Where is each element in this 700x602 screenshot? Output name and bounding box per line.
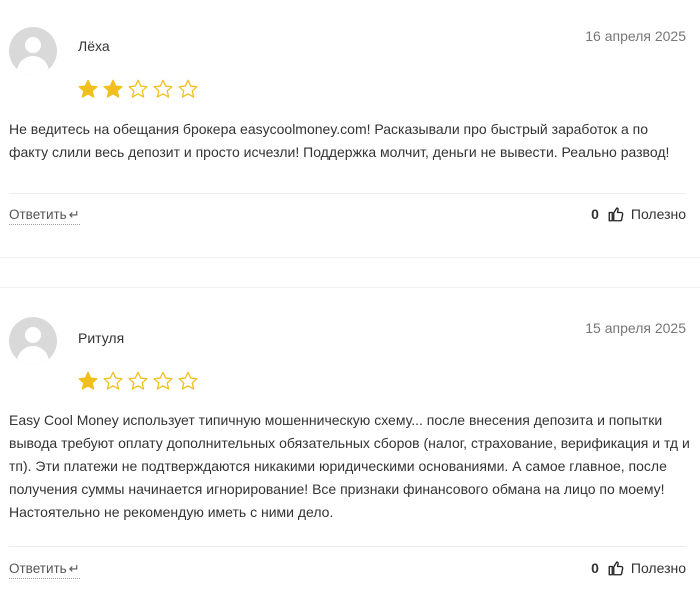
helpful-control: 0 Полезно [591,559,686,577]
review-author: Ритуля [78,330,125,346]
star-empty-icon [178,371,198,390]
review-text: Easy Cool Money использует типичную моше… [9,412,690,520]
rating-stars [77,370,199,394]
helpful-control: 0 Полезно [591,205,686,223]
star-empty-icon [178,79,198,98]
star-empty-icon [153,371,173,390]
star-filled-icon [78,79,98,98]
rating-stars [77,78,199,102]
reply-button[interactable]: Ответить ↵ [9,207,80,225]
reply-label: Ответить [9,207,67,222]
like-count: 0 [591,560,599,576]
reply-button[interactable]: Ответить ↵ [9,561,80,579]
reply-label: Ответить [9,561,67,576]
section-separator [0,287,700,288]
review-card: Лёха 16 апреля 2025 Не ведитесь на обеща… [0,0,700,240]
review-text: Не ведитесь на обещания брокера easycool… [9,121,670,160]
like-count: 0 [591,206,599,222]
star-empty-icon [128,371,148,390]
star-empty-icon [153,79,173,98]
avatar [9,27,57,75]
thumbs-up-icon[interactable] [607,205,625,223]
reply-arrow-icon: ↵ [68,561,80,576]
review-date: 15 апреля 2025 [585,320,686,336]
helpful-label[interactable]: Полезно [631,206,686,222]
helpful-label[interactable]: Полезно [631,560,686,576]
avatar [9,317,57,365]
reply-arrow-icon: ↵ [68,207,80,222]
section-separator [0,257,700,258]
star-filled-icon [103,79,123,98]
thumbs-up-icon[interactable] [607,559,625,577]
review-card: Ритуля 15 апреля 2025 Easy Cool Money ис… [0,293,700,602]
review-author: Лёха [78,38,110,54]
divider [9,193,686,194]
star-empty-icon [103,371,123,390]
divider [9,546,686,547]
star-empty-icon [128,79,148,98]
review-date: 16 апреля 2025 [585,28,686,44]
star-filled-icon [78,371,98,390]
